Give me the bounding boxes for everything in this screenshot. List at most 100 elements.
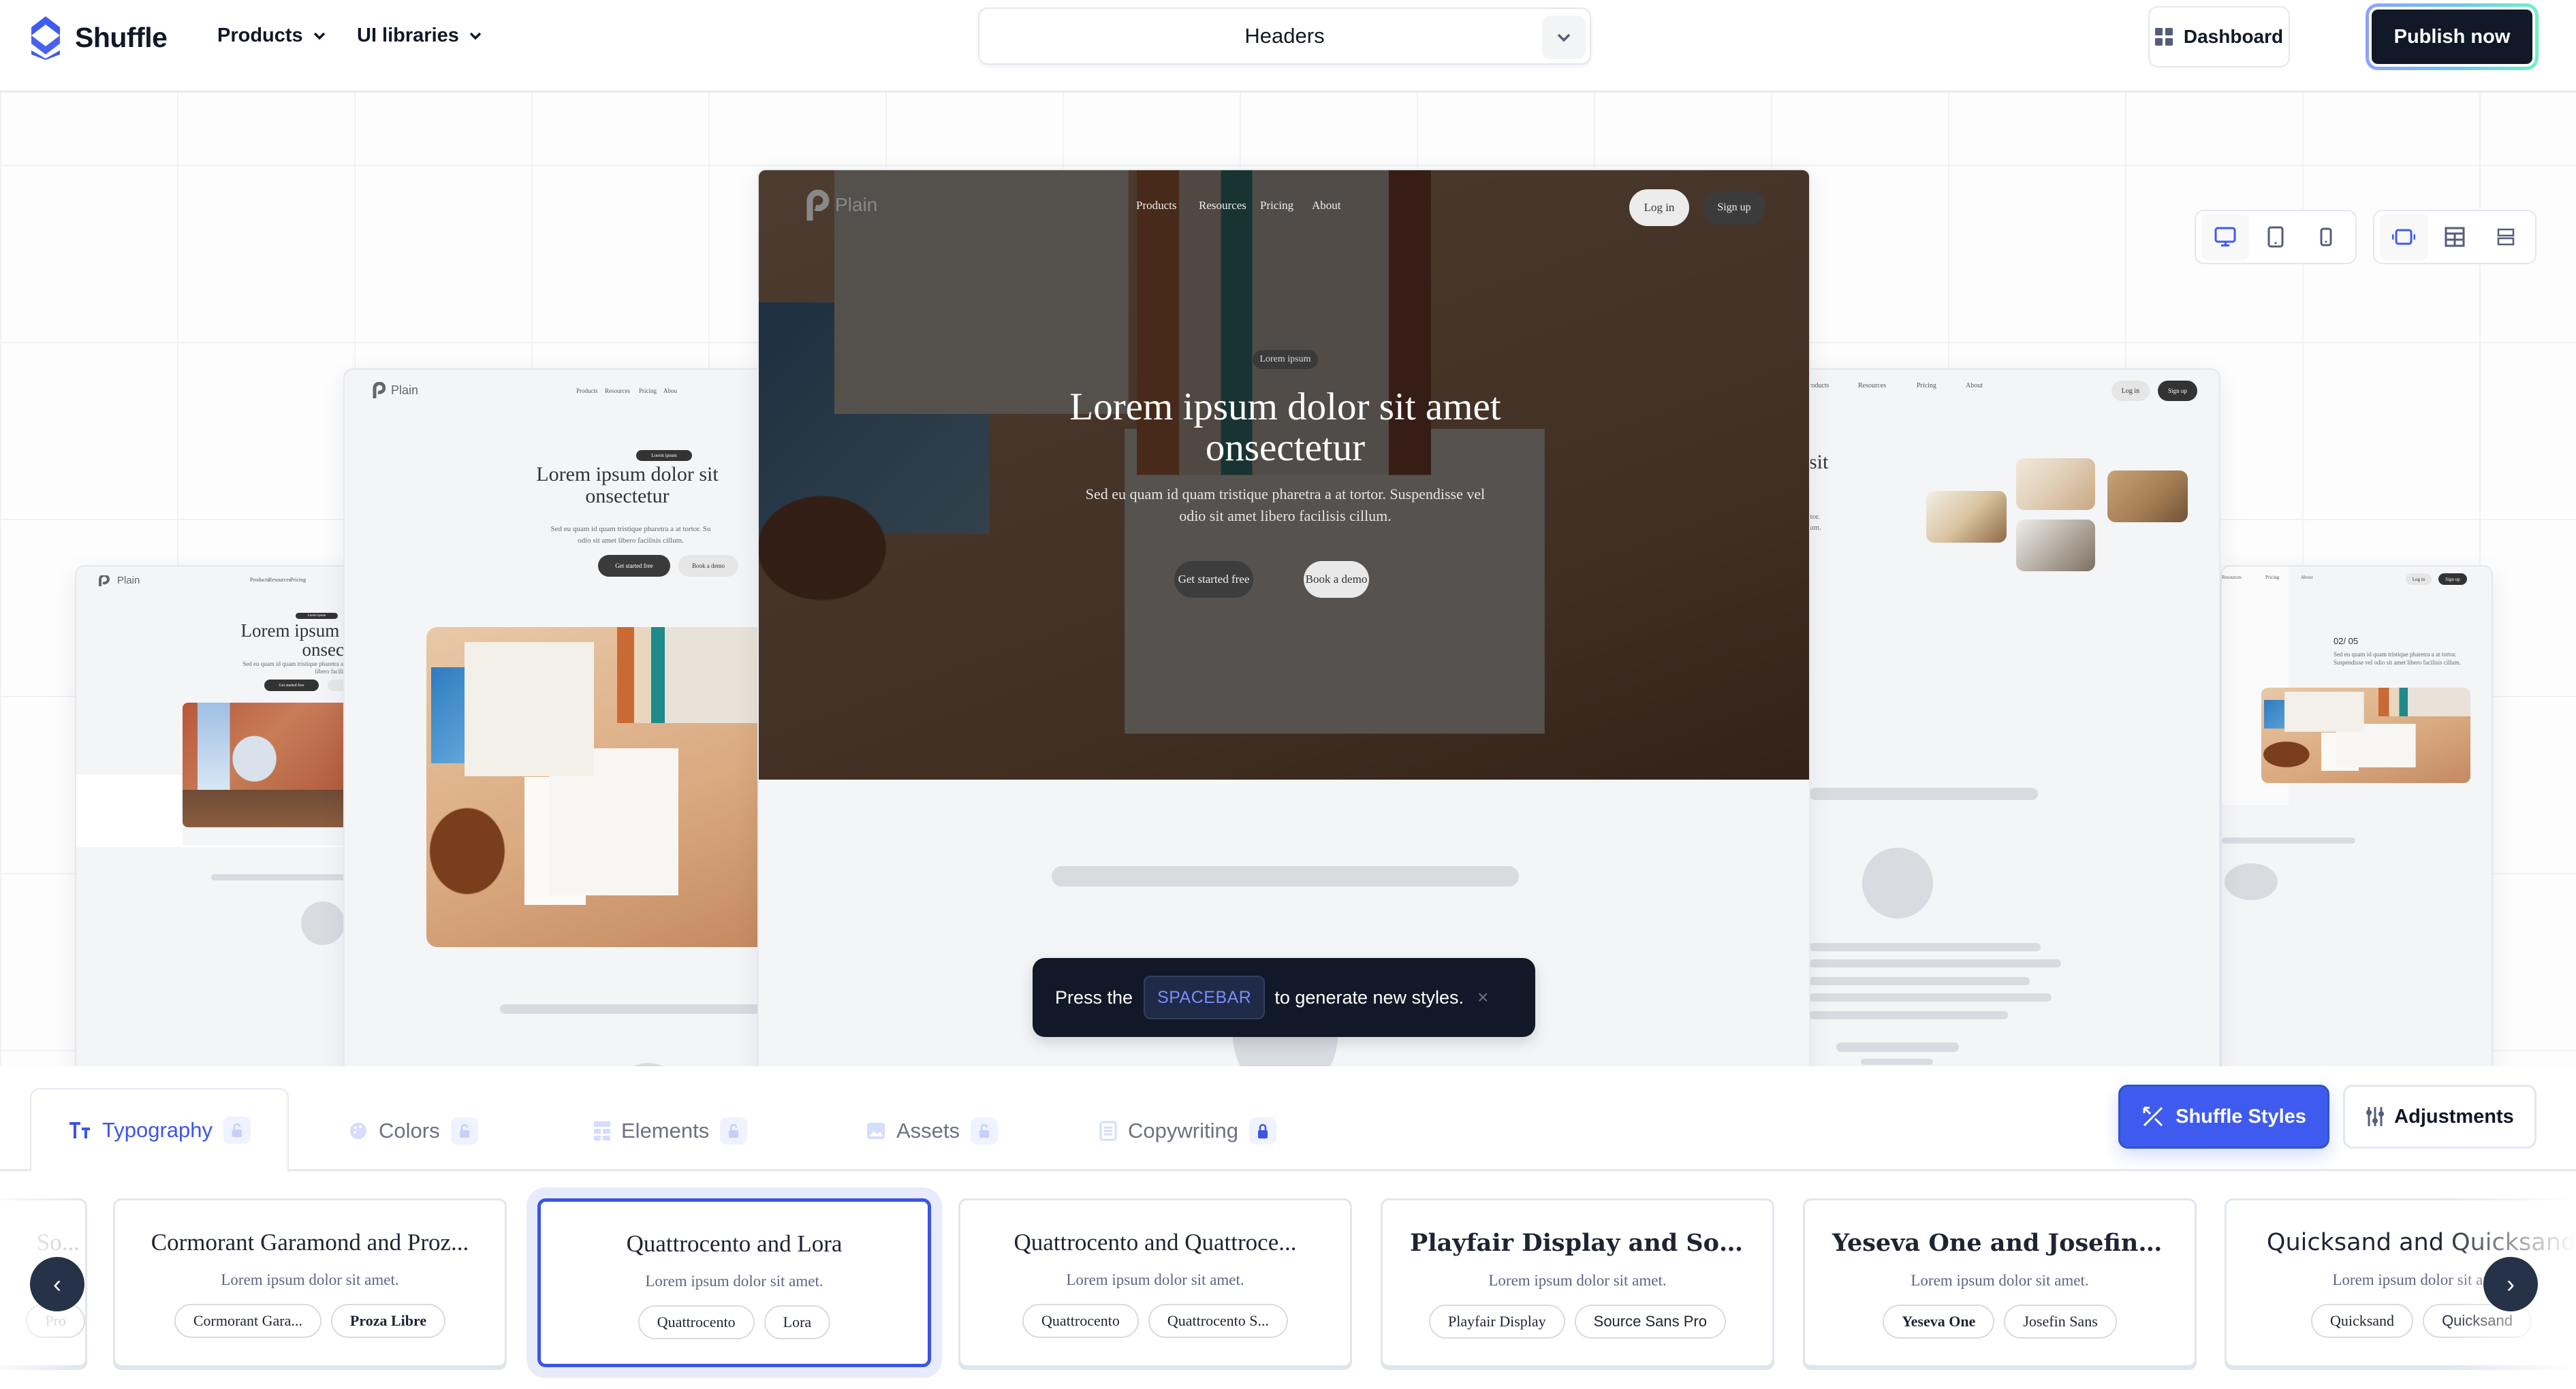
tab-label: Colors [379,1118,440,1143]
tab-assets[interactable]: Assets [866,1088,999,1173]
tab-copywriting[interactable]: Copywriting [1099,1088,1276,1173]
top-bar: Shuffle Products UI libraries Headers Da… [0,0,2576,93]
font-name-pill[interactable]: Quattrocento [1022,1304,1139,1338]
skeleton-line [2222,837,2355,844]
font-name-pill[interactable]: Source Sans Pro [1574,1305,1726,1339]
adjustments-button[interactable]: Adjustments [2343,1085,2536,1149]
close-icon[interactable]: × [1477,987,1488,1008]
preview-badge: Lorem ipsum [636,450,692,461]
preview-headline: Lorem ipsum dolor sit onsectetur [536,463,719,507]
preview-body: Sed eu quam id quam tristique pharetra a… [550,525,711,545]
font-name-pill[interactable]: Lora [764,1305,831,1339]
font-pair-card[interactable]: Yeseva One and Josefin S... Lorem ipsum d… [1803,1198,2197,1367]
desktop-icon [2214,227,2236,246]
carousel-prev-button[interactable]: ‹ [30,1257,84,1311]
nav-ui-libraries-dropdown[interactable]: UI libraries [357,25,482,47]
preview-badge: Lorem ipsum [1253,350,1318,369]
rows-layout-icon [2497,228,2514,246]
preview-body: Sed eu quam id quam tristique pharetra a… [2334,651,2461,666]
preview-cta-primary: Get started free [598,555,670,577]
carousel-next-button[interactable]: › [2483,1257,2538,1311]
tablet-view-button[interactable] [2252,214,2299,260]
font-pair-card[interactable]: Cormorant Garamond and Proz... Lorem ipsu… [113,1198,507,1367]
device-toggle-group [2195,210,2357,264]
skeleton-line [1809,943,2041,951]
font-name-pill[interactable]: Cormorant Gara... [174,1304,321,1338]
brand-logo[interactable]: Shuffle [29,15,168,60]
preview-gallery-image [2107,470,2188,522]
preview-cta-primary: Get started free [264,680,319,691]
font-name-pill[interactable]: Quattrocento [638,1305,755,1339]
font-name-pill[interactable]: Yeseva One [1883,1305,1995,1339]
brand-name: Shuffle [75,21,168,53]
preview-card-center[interactable]: Plain Products Resources Pricing About L… [757,169,1810,1066]
lock-toggle[interactable] [450,1117,478,1145]
chevron-down-icon [313,32,325,39]
tab-label: Elements [621,1118,710,1143]
font-name-pill[interactable]: Proza Libre [330,1304,446,1338]
preview-nav-item: Resources [1858,382,1887,389]
lock-toggle[interactable] [720,1117,748,1145]
adjustments-label: Adjustments [2394,1105,2514,1128]
skeleton-avatar [614,1063,682,1066]
mobile-view-button[interactable] [2302,214,2350,260]
preview-hero-image [426,627,764,947]
font-pair-card[interactable]: Quattrocento and Quattroce... Lorem ipsum… [958,1198,1352,1367]
typography-icon [69,1122,90,1138]
font-name-pill[interactable]: Quicksand [2310,1304,2414,1338]
unlock-icon [459,1123,469,1138]
plain-logo-icon [806,189,830,221]
grid-icon [2154,28,2173,46]
tab-typography[interactable]: Typography [30,1088,289,1173]
tab-elements[interactable]: Elements [594,1088,748,1173]
font-pair-sample: Lorem ipsum dolor sit amet. [645,1273,823,1290]
font-pair-card[interactable]: Quattrocento and Lora Lorem ipsum dolor s… [537,1198,931,1367]
font-name-pill[interactable]: Josefin Sans [2004,1305,2117,1339]
preview-card-far-left[interactable]: Plain Products Resources Pricing Lorem i… [75,565,361,1066]
font-pair-sample: Lorem ipsum dolor sit amet. [1488,1272,1667,1289]
grid-layout-button[interactable] [2431,214,2479,260]
preview-card-right[interactable]: roducts Resources Pricing About Log in S… [1798,368,2220,1066]
nav-products-dropdown[interactable]: Products [217,25,326,47]
single-layout-button[interactable] [2380,214,2428,260]
preview-card-far-right[interactable]: Resources Pricing About Log in Sign up 0… [2220,565,2493,1066]
preview-nav-item: roducts [1809,382,1829,389]
plain-logo: Plain [98,575,140,586]
shuffle-styles-button[interactable]: Shuffle Styles [2118,1085,2329,1149]
hero-background-image [759,170,1809,780]
preview-card-left[interactable]: Plain Products Resources Pricing Abou Lo… [343,368,766,1066]
layout-toggle-group [2373,210,2536,264]
preview-badge: Lorem ipsum [296,613,338,619]
preview-login-button: Log in [1629,189,1689,226]
dashboard-label: Dashboard [2183,26,2284,47]
skeleton-line [1809,1011,2008,1019]
section-select[interactable]: Headers [978,7,1591,65]
lock-toggle[interactable] [1248,1117,1276,1145]
font-pair-card[interactable]: Playfair Display and Source... Lorem ipsu… [1381,1198,1774,1367]
dashboard-button[interactable]: Dashboard [2148,6,2290,67]
toast-text-after: to generate new styles. [1274,987,1464,1008]
spacebar-key-badge: SPACEBAR [1144,976,1266,1019]
preview-nav-item: Resources [1199,199,1246,212]
desktop-view-button[interactable] [2201,214,2249,260]
skeleton-line [500,1004,764,1014]
spacebar-hint-toast: Press the SPACEBAR to generate new style… [1033,958,1535,1037]
shuffle-logo-icon [31,16,60,60]
chevron-down-icon [469,32,482,39]
preview-slide-counter: 02/ 05 [2334,636,2359,646]
lock-toggle[interactable] [971,1117,999,1145]
preview-nav-item: Pricing [1260,199,1294,212]
section-select-toggle[interactable] [1542,16,1586,59]
font-name-pill[interactable]: Quattrocento S... [1148,1304,1288,1338]
font-name-pill[interactable]: Playfair Display [1429,1305,1565,1339]
skeleton-line [1809,993,2052,1002]
stack-layout-button[interactable] [2481,214,2530,260]
publish-button[interactable]: Publish now [2366,3,2539,70]
style-panel: Typography Colors Elements Assets Copywr… [0,1066,2576,1389]
font-pair-carousel: So... ProCormorant Garamond and Proz...L… [0,1171,2576,1389]
lock-toggle[interactable] [223,1117,251,1144]
palette-icon [350,1122,366,1139]
skeleton-line [1052,866,1519,887]
tab-colors[interactable]: Colors [349,1088,478,1173]
preview-nav-item: Pricing [2265,575,2280,580]
